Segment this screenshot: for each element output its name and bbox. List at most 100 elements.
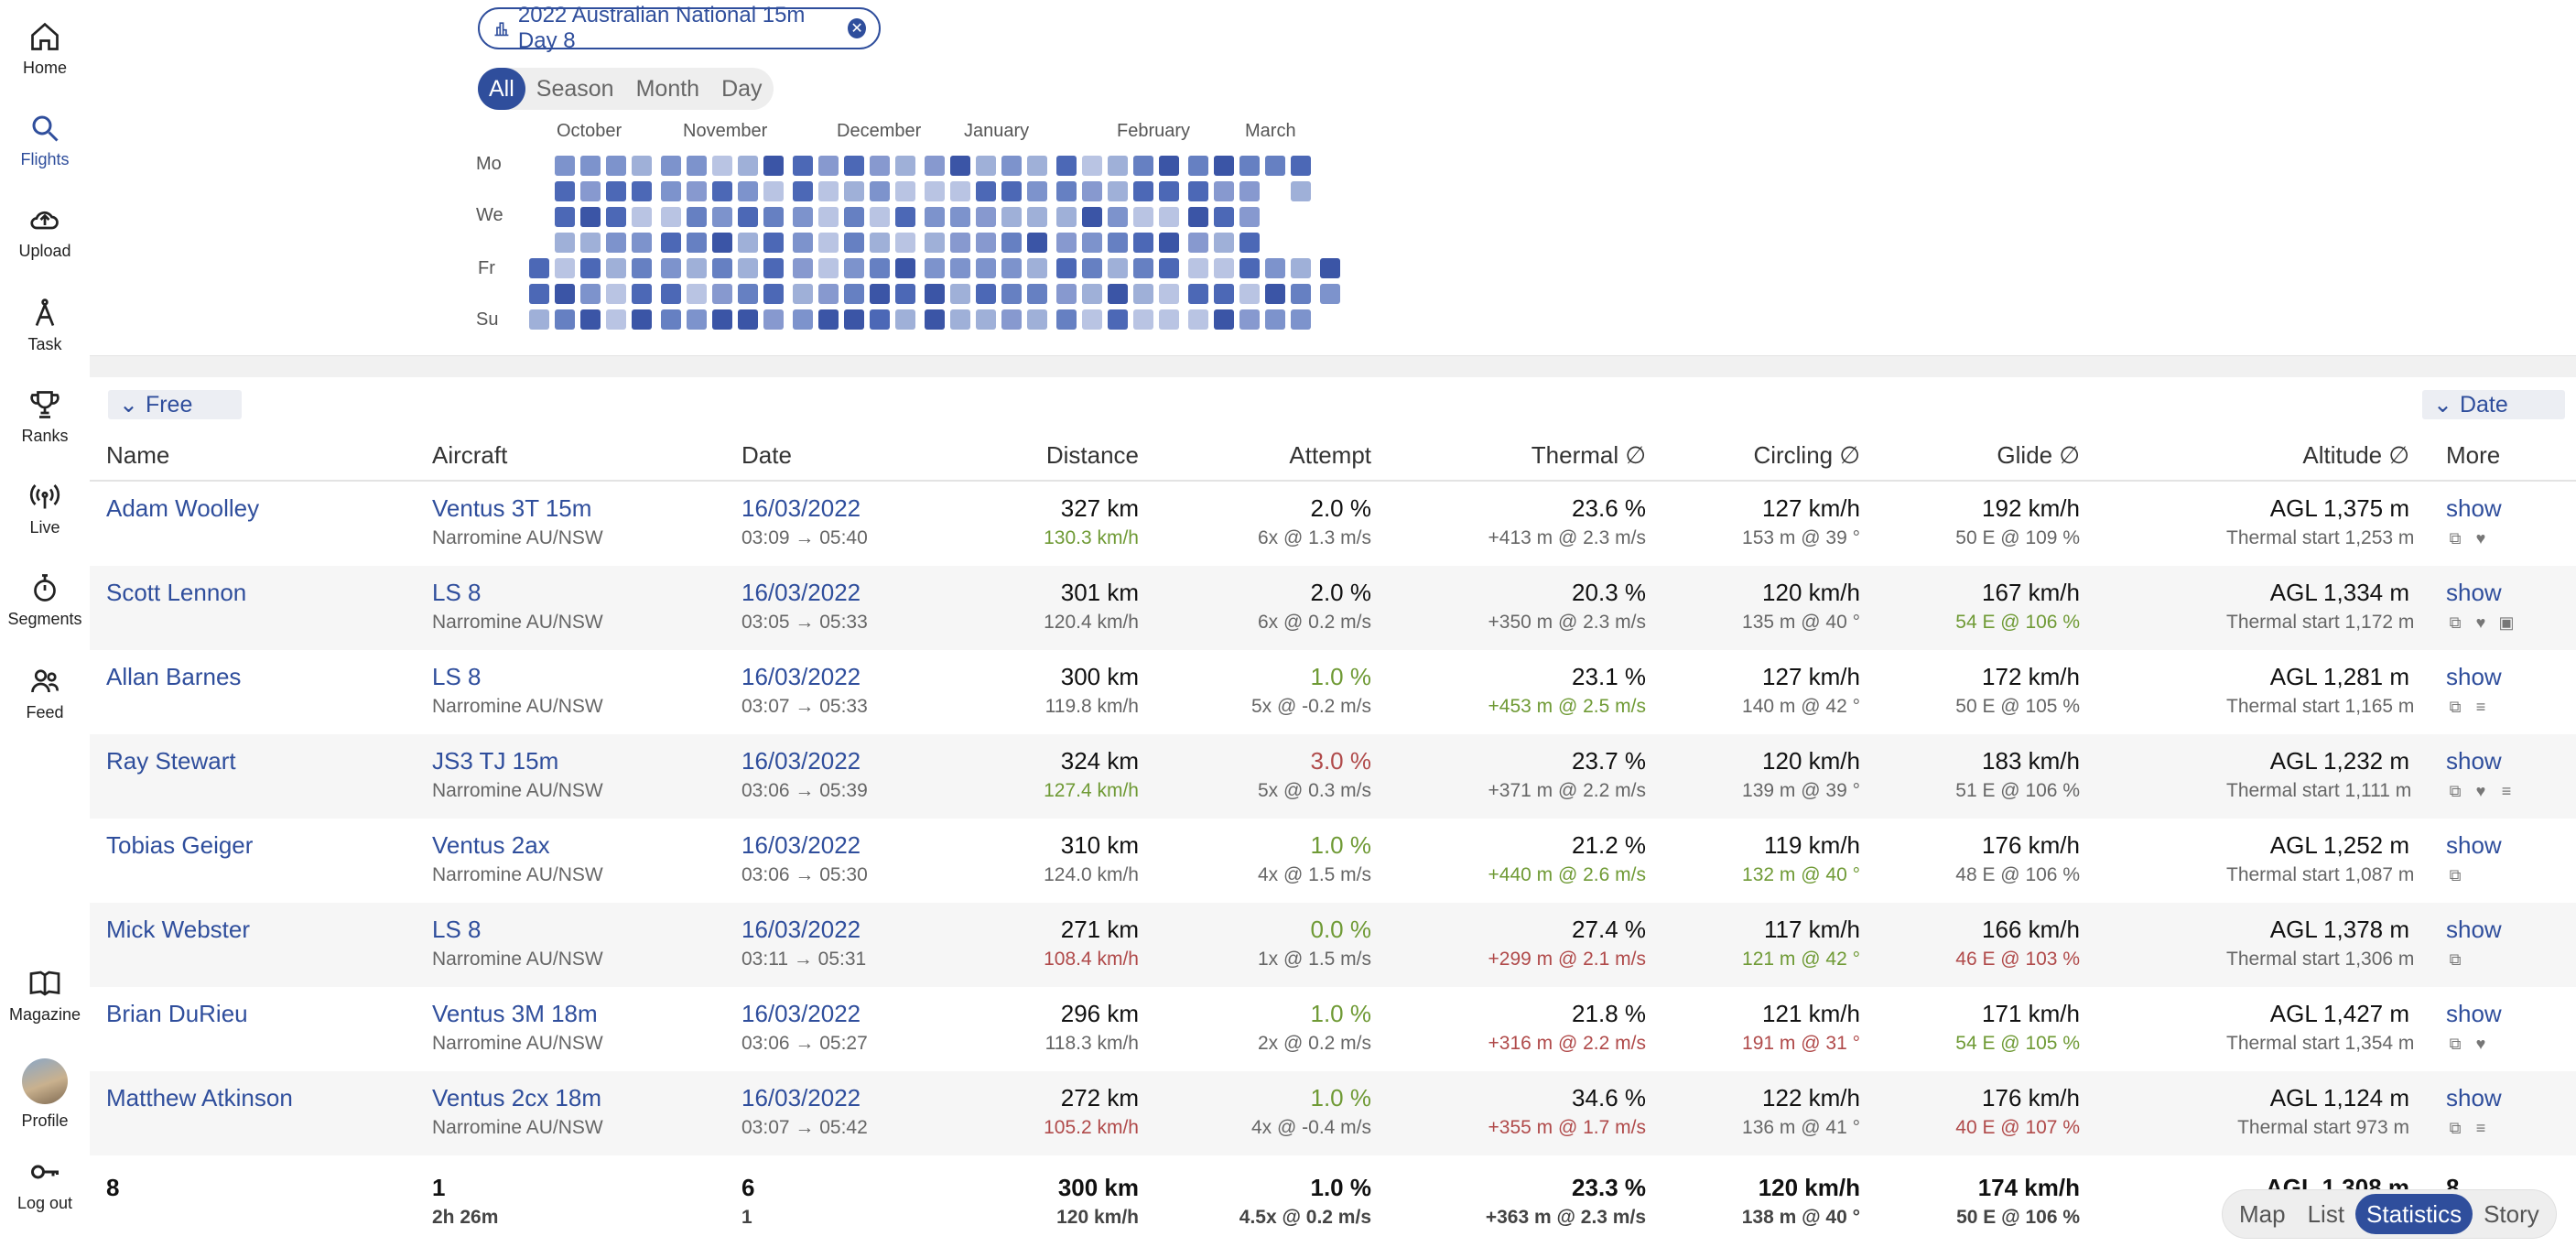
tab-month[interactable]: Month [625,68,710,110]
heatmap-cell[interactable] [1239,233,1260,253]
heatmap-cell[interactable] [1188,258,1208,278]
heatmap-cell[interactable] [1188,207,1208,227]
heatmap-cell[interactable] [793,207,813,227]
heatmap-cell[interactable] [712,207,732,227]
heatmap-cell[interactable] [870,207,890,227]
heatmap-cell[interactable] [818,284,839,304]
heatmap-cell[interactable] [555,258,575,278]
heatmap-cell[interactable] [976,258,996,278]
heatmap-cell[interactable] [844,309,864,330]
heatmap-cell[interactable] [1108,233,1128,253]
date-link[interactable]: 16/03/2022 [741,747,860,775]
aircraft-link[interactable]: LS 8 [432,663,482,691]
heatmap-cell[interactable] [1133,181,1153,201]
date-link[interactable]: 16/03/2022 [741,1000,860,1028]
heatmap-cell[interactable] [606,284,626,304]
heatmap-cell[interactable] [763,309,784,330]
heatmap-cell[interactable] [895,309,915,330]
heatmap-cell[interactable] [976,309,996,330]
heatmap-cell[interactable] [661,207,681,227]
heatmap-cell[interactable] [925,258,945,278]
col-thermal[interactable]: Thermal ∅ [1463,441,1646,470]
heatmap-cell[interactable] [661,156,681,176]
heatmap-cell[interactable] [1239,258,1260,278]
table-row[interactable]: Brian DuRieu Ventus 3M 18m Narromine AU/NS… [90,987,2576,1071]
heatmap-cell[interactable] [950,309,970,330]
heatmap-cell[interactable] [1159,181,1179,201]
heatmap-cell[interactable] [1265,309,1285,330]
heatmap-cell[interactable] [895,284,915,304]
heatmap-cell[interactable] [818,181,839,201]
heatmap-cell[interactable] [1108,181,1128,201]
heatmap-cell[interactable] [818,233,839,253]
heatmap-cell[interactable] [738,309,758,330]
show-link[interactable]: show [2446,1000,2502,1028]
heatmap-cell[interactable] [1159,258,1179,278]
close-icon[interactable]: ✕ [848,18,866,38]
heatmap-cell[interactable] [1056,233,1077,253]
heatmap-cell[interactable] [1159,284,1179,304]
heatmap-cell[interactable] [1188,284,1208,304]
heatmap-cell[interactable] [712,309,732,330]
heatmap-cell[interactable] [1082,233,1102,253]
heatmap-cell[interactable] [844,207,864,227]
nav-feed[interactable]: Feed [0,665,90,747]
heatmap-cell[interactable] [763,156,784,176]
show-link[interactable]: show [2446,1084,2502,1112]
heatmap-cell[interactable] [555,309,575,330]
heatmap-cell[interactable] [1001,207,1022,227]
notes-icon[interactable]: ≡ [2497,782,2516,800]
heatmap-cell[interactable] [580,207,601,227]
heatmap-cell[interactable] [950,181,970,201]
heatmap-cell[interactable] [1108,309,1128,330]
heatmap-cell[interactable] [1188,233,1208,253]
nav-flights[interactable]: Flights [0,112,90,194]
pilot-name-link[interactable]: Tobias Geiger [106,831,253,860]
heatmap-cell[interactable] [1214,284,1234,304]
date-link[interactable]: 16/03/2022 [741,494,860,523]
heatmap-cell[interactable] [1133,207,1153,227]
heatmap-cell[interactable] [870,258,890,278]
heatmap-cell[interactable] [1056,309,1077,330]
aircraft-link[interactable]: Ventus 3M 18m [432,1000,598,1028]
col-name[interactable]: Name [106,441,169,470]
heatmap-cell[interactable] [925,309,945,330]
heatmap-cell[interactable] [1320,258,1340,278]
heatmap-cell[interactable] [870,284,890,304]
heatmap-cell[interactable] [687,284,707,304]
col-attempt[interactable]: Attempt [1188,441,1371,470]
heatmap-cell[interactable] [555,181,575,201]
heatmap-cell[interactable] [1082,181,1102,201]
heatmap-cell[interactable] [1291,181,1311,201]
nav-logout[interactable]: Log out [0,1155,90,1238]
show-link[interactable]: show [2446,747,2502,775]
heatmap-cell[interactable] [687,181,707,201]
nav-ranks[interactable]: Ranks [0,388,90,471]
heatmap-cell[interactable] [1001,233,1022,253]
nav-segments[interactable]: Segments [0,571,90,654]
heatmap-cell[interactable] [661,258,681,278]
heatmap-cell[interactable] [1108,258,1128,278]
view-map[interactable]: Map [2228,1194,2297,1234]
copy-icon[interactable]: ⧉ [2446,1119,2464,1137]
heatmap-cell[interactable] [606,233,626,253]
heatmap-cell[interactable] [632,258,652,278]
heatmap-cell[interactable] [529,309,549,330]
heatmap-cell[interactable] [870,181,890,201]
heart-icon[interactable]: ♥ [2472,613,2490,632]
heatmap-cell[interactable] [844,181,864,201]
heatmap-cell[interactable] [687,309,707,330]
heatmap-cell[interactable] [925,284,945,304]
heart-icon[interactable]: ♥ [2472,782,2490,800]
table-row[interactable]: Allan Barnes LS 8 Narromine AU/NSW 16/03/20… [90,650,2576,734]
heatmap-cell[interactable] [1027,156,1047,176]
tab-all[interactable]: All [478,68,525,110]
heatmap-cell[interactable] [687,233,707,253]
heatmap-cell[interactable] [606,258,626,278]
aircraft-link[interactable]: Ventus 2cx 18m [432,1084,601,1112]
heatmap-cell[interactable] [1214,156,1234,176]
heatmap-cell[interactable] [818,258,839,278]
heatmap-cell[interactable] [555,207,575,227]
heatmap-cell[interactable] [1056,156,1077,176]
heatmap-cell[interactable] [1239,156,1260,176]
